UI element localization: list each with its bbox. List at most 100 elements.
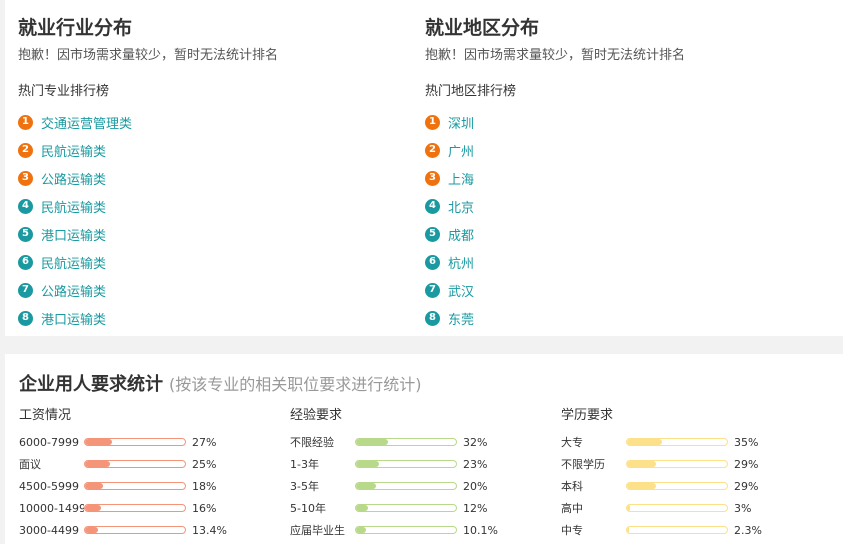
industry-rank-item: 5 港口运输类	[18, 220, 132, 248]
rank-number-badge: 3	[425, 170, 440, 186]
region-rank-link[interactable]: 广州	[448, 141, 474, 160]
experience-stat-row: 3-5年 20%	[290, 475, 550, 497]
industry-rank-item: 2 民航运输类	[18, 136, 132, 164]
stat-bar-fill	[356, 527, 367, 533]
industry-rank-link[interactable]: 交通运营管理类	[41, 113, 132, 132]
stat-percent: 23%	[463, 457, 488, 471]
stat-bar	[355, 438, 457, 446]
region-rank-link[interactable]: 北京	[448, 197, 474, 216]
region-rank-link[interactable]: 杭州	[448, 253, 474, 272]
industry-rank-link[interactable]: 民航运输类	[41, 141, 106, 160]
education-stat-row: 中专 2.3%	[561, 519, 821, 541]
stat-bar-fill	[85, 439, 112, 445]
stat-bar	[84, 438, 186, 446]
stat-percent: 2.3%	[734, 523, 762, 537]
stat-label: 不限经验	[290, 436, 334, 449]
region-rank-item: 2 广州	[425, 136, 474, 164]
industry-rank-link[interactable]: 民航运输类	[41, 197, 106, 216]
rank-number-badge: 2	[18, 142, 33, 158]
region-subtitle: 抱歉！因市场需求量较少，暂时无法统计排名	[425, 48, 686, 63]
salary-heading: 工资情况	[19, 408, 72, 423]
experience-heading: 经验要求	[290, 408, 343, 423]
requirements-title: 企业用人要求统计	[19, 374, 163, 395]
rank-number-badge: 7	[425, 282, 440, 298]
stat-bar-fill	[356, 461, 379, 467]
stat-bar	[355, 460, 457, 468]
requirements-panel: 企业用人要求统计 (按该专业的相关职位要求进行统计) 工资情况 6000-7999…	[5, 354, 843, 544]
stat-percent: 18%	[192, 479, 217, 493]
industry-rank-item: 7 公路运输类	[18, 276, 132, 304]
stat-percent: 16%	[192, 501, 217, 515]
rank-number-badge: 5	[425, 226, 440, 242]
stat-bar	[626, 482, 728, 490]
stat-label: 3000-4499	[19, 523, 79, 537]
stat-bar	[626, 504, 728, 512]
salary-stat-row: 4500-5999 18%	[19, 475, 279, 497]
stat-label: 3-5年	[290, 480, 319, 493]
stat-label: 4500-5999	[19, 479, 79, 493]
stat-label: 高中	[561, 502, 583, 515]
industry-rank-link[interactable]: 港口运输类	[41, 225, 106, 244]
salary-stats: 工资情况 6000-7999 27% 面议 25% 4500-5999 18% 10000-…	[19, 404, 279, 541]
stat-label: 中专	[561, 524, 583, 537]
stat-bar	[84, 526, 186, 534]
salary-stat-row: 6000-7999 27%	[19, 431, 279, 453]
industry-rank-link[interactable]: 公路运输类	[41, 281, 106, 300]
stat-percent: 3%	[734, 501, 752, 515]
region-rank-link[interactable]: 深圳	[448, 113, 474, 132]
distribution-panel: 就业行业分布 抱歉！因市场需求量较少，暂时无法统计排名 热门专业排行榜 1 交通运…	[5, 0, 843, 336]
industry-rank-link[interactable]: 民航运输类	[41, 253, 106, 272]
stat-bar-fill	[627, 439, 662, 445]
rank-number-badge: 4	[425, 198, 440, 214]
stat-bar-fill	[85, 505, 101, 511]
region-title: 就业地区分布	[425, 17, 540, 39]
salary-stat-row: 10000-14999 16%	[19, 497, 279, 519]
salary-rows: 6000-7999 27% 面议 25% 4500-5999 18% 10000-14999…	[19, 431, 279, 541]
experience-stats: 经验要求 不限经验 32% 1-3年 23% 3-5年 20% 5-10年 12% 应届毕业生 1…	[290, 404, 550, 541]
region-rank-item: 5 成都	[425, 220, 474, 248]
region-rank-item: 1 深圳	[425, 108, 474, 136]
region-rank-item: 7 武汉	[425, 276, 474, 304]
stat-bar	[84, 504, 186, 512]
stat-bar	[355, 482, 457, 490]
rank-number-badge: 7	[18, 282, 33, 298]
stat-label: 本科	[561, 480, 583, 493]
salary-stat-row: 面议 25%	[19, 453, 279, 475]
stat-bar	[626, 460, 728, 468]
stat-bar-fill	[627, 527, 630, 533]
salary-stat-row: 3000-4499 13.4%	[19, 519, 279, 541]
education-stat-row: 不限学历 29%	[561, 453, 821, 475]
region-rank-link[interactable]: 武汉	[448, 281, 474, 300]
education-stats: 学历要求 大专 35% 不限学历 29% 本科 29% 高中 3% 中专 2.3%	[561, 404, 821, 541]
industry-rank-item: 4 民航运输类	[18, 192, 132, 220]
industry-rank-link[interactable]: 港口运输类	[41, 309, 106, 328]
rank-number-badge: 1	[18, 114, 33, 130]
stat-bar-fill	[356, 483, 376, 489]
stat-percent: 29%	[734, 479, 759, 493]
stat-bar-fill	[356, 439, 388, 445]
region-rank-link[interactable]: 东莞	[448, 309, 474, 328]
stat-bar	[355, 504, 457, 512]
region-rank-link[interactable]: 成都	[448, 225, 474, 244]
education-rows: 大专 35% 不限学历 29% 本科 29% 高中 3% 中专 2.3%	[561, 431, 821, 541]
stat-bar	[84, 482, 186, 490]
rank-number-badge: 8	[425, 310, 440, 326]
rank-number-badge: 1	[425, 114, 440, 130]
stat-bar-fill	[627, 505, 630, 511]
stat-percent: 35%	[734, 435, 759, 449]
industry-rank-list: 1 交通运营管理类 2 民航运输类 3 公路运输类 4 民航运输类 5 港口运输类 6 民航运输类 7 公…	[18, 108, 132, 332]
experience-stat-row: 5-10年 12%	[290, 497, 550, 519]
region-rank-link[interactable]: 上海	[448, 169, 474, 188]
region-rank-item: 4 北京	[425, 192, 474, 220]
region-rank-title: 热门地区排行榜	[425, 84, 517, 99]
stat-label: 10000-14999	[19, 501, 84, 515]
industry-rank-link[interactable]: 公路运输类	[41, 169, 106, 188]
industry-rank-item: 6 民航运输类	[18, 248, 132, 276]
industry-subtitle: 抱歉！因市场需求量较少，暂时无法统计排名	[18, 48, 279, 63]
education-stat-row: 大专 35%	[561, 431, 821, 453]
industry-title: 就业行业分布	[18, 17, 133, 39]
education-heading: 学历要求	[561, 408, 614, 423]
stat-bar	[355, 526, 457, 534]
stat-percent: 12%	[463, 501, 488, 515]
industry-rank-item: 1 交通运营管理类	[18, 108, 132, 136]
